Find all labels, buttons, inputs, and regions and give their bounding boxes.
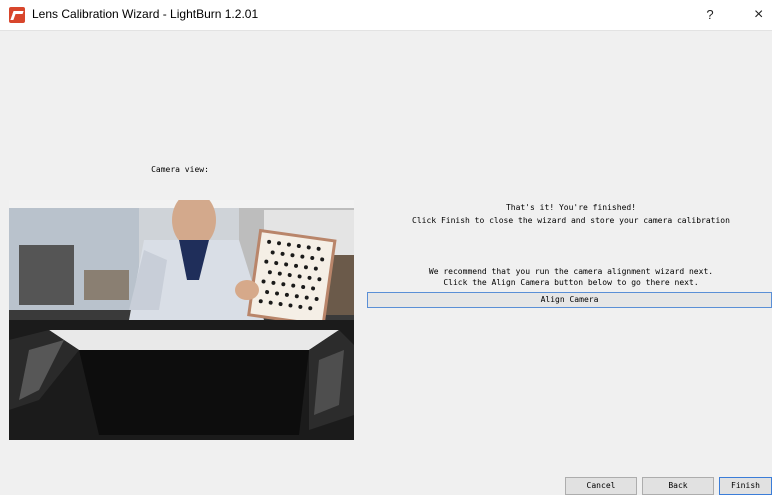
cancel-button[interactable]: Cancel — [565, 477, 637, 495]
title-bar: Lens Calibration Wizard - LightBurn 1.2.… — [0, 0, 772, 31]
help-button[interactable]: ? — [700, 5, 720, 25]
camera-view-image — [9, 200, 354, 440]
camera-view-label: Camera view: — [151, 165, 209, 174]
recommend-message: We recommend that you run the camera ali… — [428, 267, 714, 276]
align-camera-button[interactable]: Align Camera — [367, 292, 772, 308]
align-instruction: Click the Align Camera button below to g… — [443, 278, 699, 287]
lightburn-app-icon — [9, 7, 25, 23]
close-button[interactable]: × — [754, 5, 772, 25]
finish-instruction: Click Finish to close the wizard and sto… — [412, 216, 730, 225]
back-button[interactable]: Back — [642, 477, 714, 495]
finish-button[interactable]: Finish — [719, 477, 772, 495]
finished-message: That's it! You're finished! — [505, 203, 637, 212]
window-title: Lens Calibration Wizard - LightBurn 1.2.… — [32, 7, 259, 21]
